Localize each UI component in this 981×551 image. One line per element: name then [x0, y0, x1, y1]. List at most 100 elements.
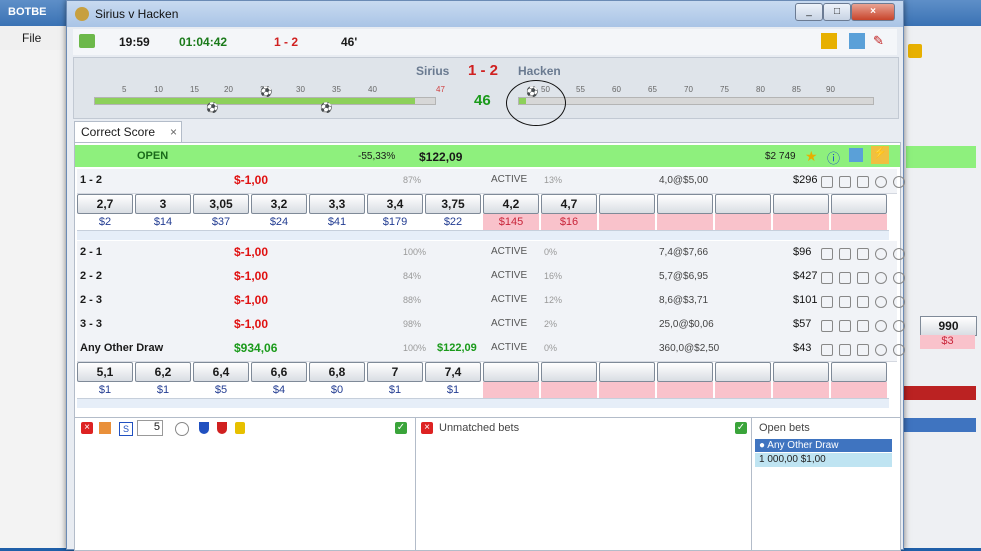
market-row[interactable]: 2 - 1 $-1,00 100% ACTIVE 0% 7,4@$7,66 $96	[77, 241, 905, 266]
lay-odds-button[interactable]	[599, 194, 655, 214]
back-odds-button[interactable]: 6,6	[251, 362, 307, 382]
warning-icon[interactable]	[235, 422, 245, 434]
right-odds-button[interactable]: 990	[920, 316, 977, 336]
tools-icon[interactable]	[839, 344, 851, 356]
right-status-bar	[906, 146, 976, 168]
row-percent: 98%	[403, 319, 422, 329]
close-icon[interactable]	[893, 176, 905, 188]
tools-icon[interactable]	[839, 296, 851, 308]
back-odds-button[interactable]: 5,1	[77, 362, 133, 382]
collapse-icon[interactable]	[875, 176, 887, 188]
open-bet-header[interactable]: ● Any Other Draw	[755, 439, 892, 452]
bar-icon[interactable]	[857, 296, 869, 308]
chart-icon[interactable]	[821, 320, 833, 332]
lay-odds-button[interactable]: 4,2	[483, 194, 539, 214]
back-odds-button[interactable]: 7	[367, 362, 423, 382]
tools-icon[interactable]	[839, 272, 851, 284]
collapse-icon[interactable]	[875, 320, 887, 332]
confirm-icon[interactable]: ✓	[395, 422, 407, 434]
back-odds-button[interactable]: 2,7	[77, 194, 133, 214]
graph-icon[interactable]	[849, 148, 863, 162]
back-odds-button[interactable]: 7,4	[425, 362, 481, 382]
tab-correct-score[interactable]: Correct Score ×	[74, 121, 182, 142]
close-icon[interactable]	[893, 272, 905, 284]
bar-icon[interactable]	[857, 176, 869, 188]
back-odds-button[interactable]: 6,8	[309, 362, 365, 382]
shield-icon[interactable]	[217, 422, 227, 434]
chart-icon[interactable]	[821, 296, 833, 308]
back-odds-button[interactable]: 3	[135, 194, 191, 214]
lay-odds-button[interactable]: 4,7	[541, 194, 597, 214]
lay-odds-button[interactable]	[715, 362, 771, 382]
lay-odds-button[interactable]	[831, 194, 887, 214]
chart-icon[interactable]	[821, 344, 833, 356]
market-row[interactable]: 3 - 3 $-1,00 98% ACTIVE 2% 25,0@$0,06 $57	[77, 313, 905, 338]
tools-icon[interactable]	[839, 320, 851, 332]
lay-odds-button[interactable]	[657, 194, 713, 214]
back-odds-button[interactable]: 3,05	[193, 194, 249, 214]
lightning-icon[interactable]: ⚡	[871, 146, 889, 164]
lay-stake	[599, 382, 655, 398]
lay-stake	[715, 214, 771, 230]
collapse-icon[interactable]	[875, 248, 887, 260]
chart-icon[interactable]	[821, 33, 837, 49]
lay-odds-button[interactable]	[483, 362, 539, 382]
market-row[interactable]: 1 - 2 $-1,00 87% ACTIVE 13% 4,0@$5,00 $296	[77, 169, 905, 194]
tools-icon[interactable]	[839, 176, 851, 188]
lay-odds-button[interactable]	[831, 362, 887, 382]
timeline-tick: 47	[436, 85, 445, 94]
edit-icon[interactable]	[99, 422, 111, 434]
collapse-icon[interactable]	[875, 296, 887, 308]
bar-icon[interactable]	[857, 248, 869, 260]
back-odds-button[interactable]: 3,3	[309, 194, 365, 214]
lay-odds-button[interactable]	[773, 194, 829, 214]
close-icon[interactable]	[893, 344, 905, 356]
close-button[interactable]: ×	[851, 3, 895, 21]
back-odds-button[interactable]: 3,2	[251, 194, 307, 214]
minimize-button[interactable]: _	[795, 3, 823, 21]
quantity-stepper[interactable]: 5	[137, 420, 163, 436]
lay-odds-button[interactable]	[773, 362, 829, 382]
star-icon[interactable]: ★	[805, 148, 818, 165]
menu-file[interactable]: File	[22, 31, 41, 45]
back-odds-button[interactable]: 3,75	[425, 194, 481, 214]
chart-icon[interactable]	[821, 248, 833, 260]
bar-icon[interactable]	[857, 320, 869, 332]
close-icon[interactable]	[893, 248, 905, 260]
shield-icon[interactable]	[199, 422, 209, 434]
info-icon[interactable]: ⓘ	[827, 148, 840, 167]
back-odds-button[interactable]: 6,2	[135, 362, 191, 382]
tab-close-icon[interactable]: ×	[170, 122, 177, 142]
collapse-icon[interactable]	[875, 272, 887, 284]
chart-icon[interactable]	[908, 44, 922, 58]
confirm-unmatched-icon[interactable]: ✓	[735, 422, 747, 434]
cancel-unmatched-icon[interactable]: ×	[421, 422, 433, 434]
bar-icon[interactable]	[857, 272, 869, 284]
lay-odds-button[interactable]	[715, 194, 771, 214]
collapse-icon[interactable]	[875, 344, 887, 356]
pin-icon[interactable]: ✎	[873, 33, 887, 49]
close-icon[interactable]	[893, 296, 905, 308]
window-icon[interactable]	[849, 33, 865, 49]
s-icon[interactable]: S	[119, 422, 133, 436]
goal-icon: ⚽	[320, 103, 333, 114]
lay-odds-button[interactable]	[599, 362, 655, 382]
chart-icon[interactable]	[821, 176, 833, 188]
open-bet-row[interactable]: 1 000,00 $1,00	[755, 453, 892, 467]
market-row[interactable]: 2 - 3 $-1,00 88% ACTIVE 12% 8,6@$3,71 $101	[77, 289, 905, 314]
back-odds-button[interactable]: 3,4	[367, 194, 423, 214]
bar-icon[interactable]	[857, 344, 869, 356]
background-left-panel	[0, 50, 70, 548]
market-row[interactable]: Any Other Draw $934,06 100% ACTIVE 0% 360,0@$…	[77, 337, 905, 362]
back-odds-button[interactable]: 6,4	[193, 362, 249, 382]
circle-icon[interactable]	[175, 422, 189, 436]
maximize-button[interactable]: □	[823, 3, 851, 21]
lay-odds-button[interactable]	[541, 362, 597, 382]
tools-icon[interactable]	[839, 248, 851, 260]
close-icon[interactable]	[893, 320, 905, 332]
market-row[interactable]: 2 - 2 $-1,00 84% ACTIVE 16% 5,7@$6,95 $427	[77, 265, 905, 290]
chart-icon[interactable]	[821, 272, 833, 284]
add-icon[interactable]	[79, 34, 95, 48]
lay-odds-button[interactable]	[657, 362, 713, 382]
delete-icon[interactable]: ×	[81, 422, 93, 434]
